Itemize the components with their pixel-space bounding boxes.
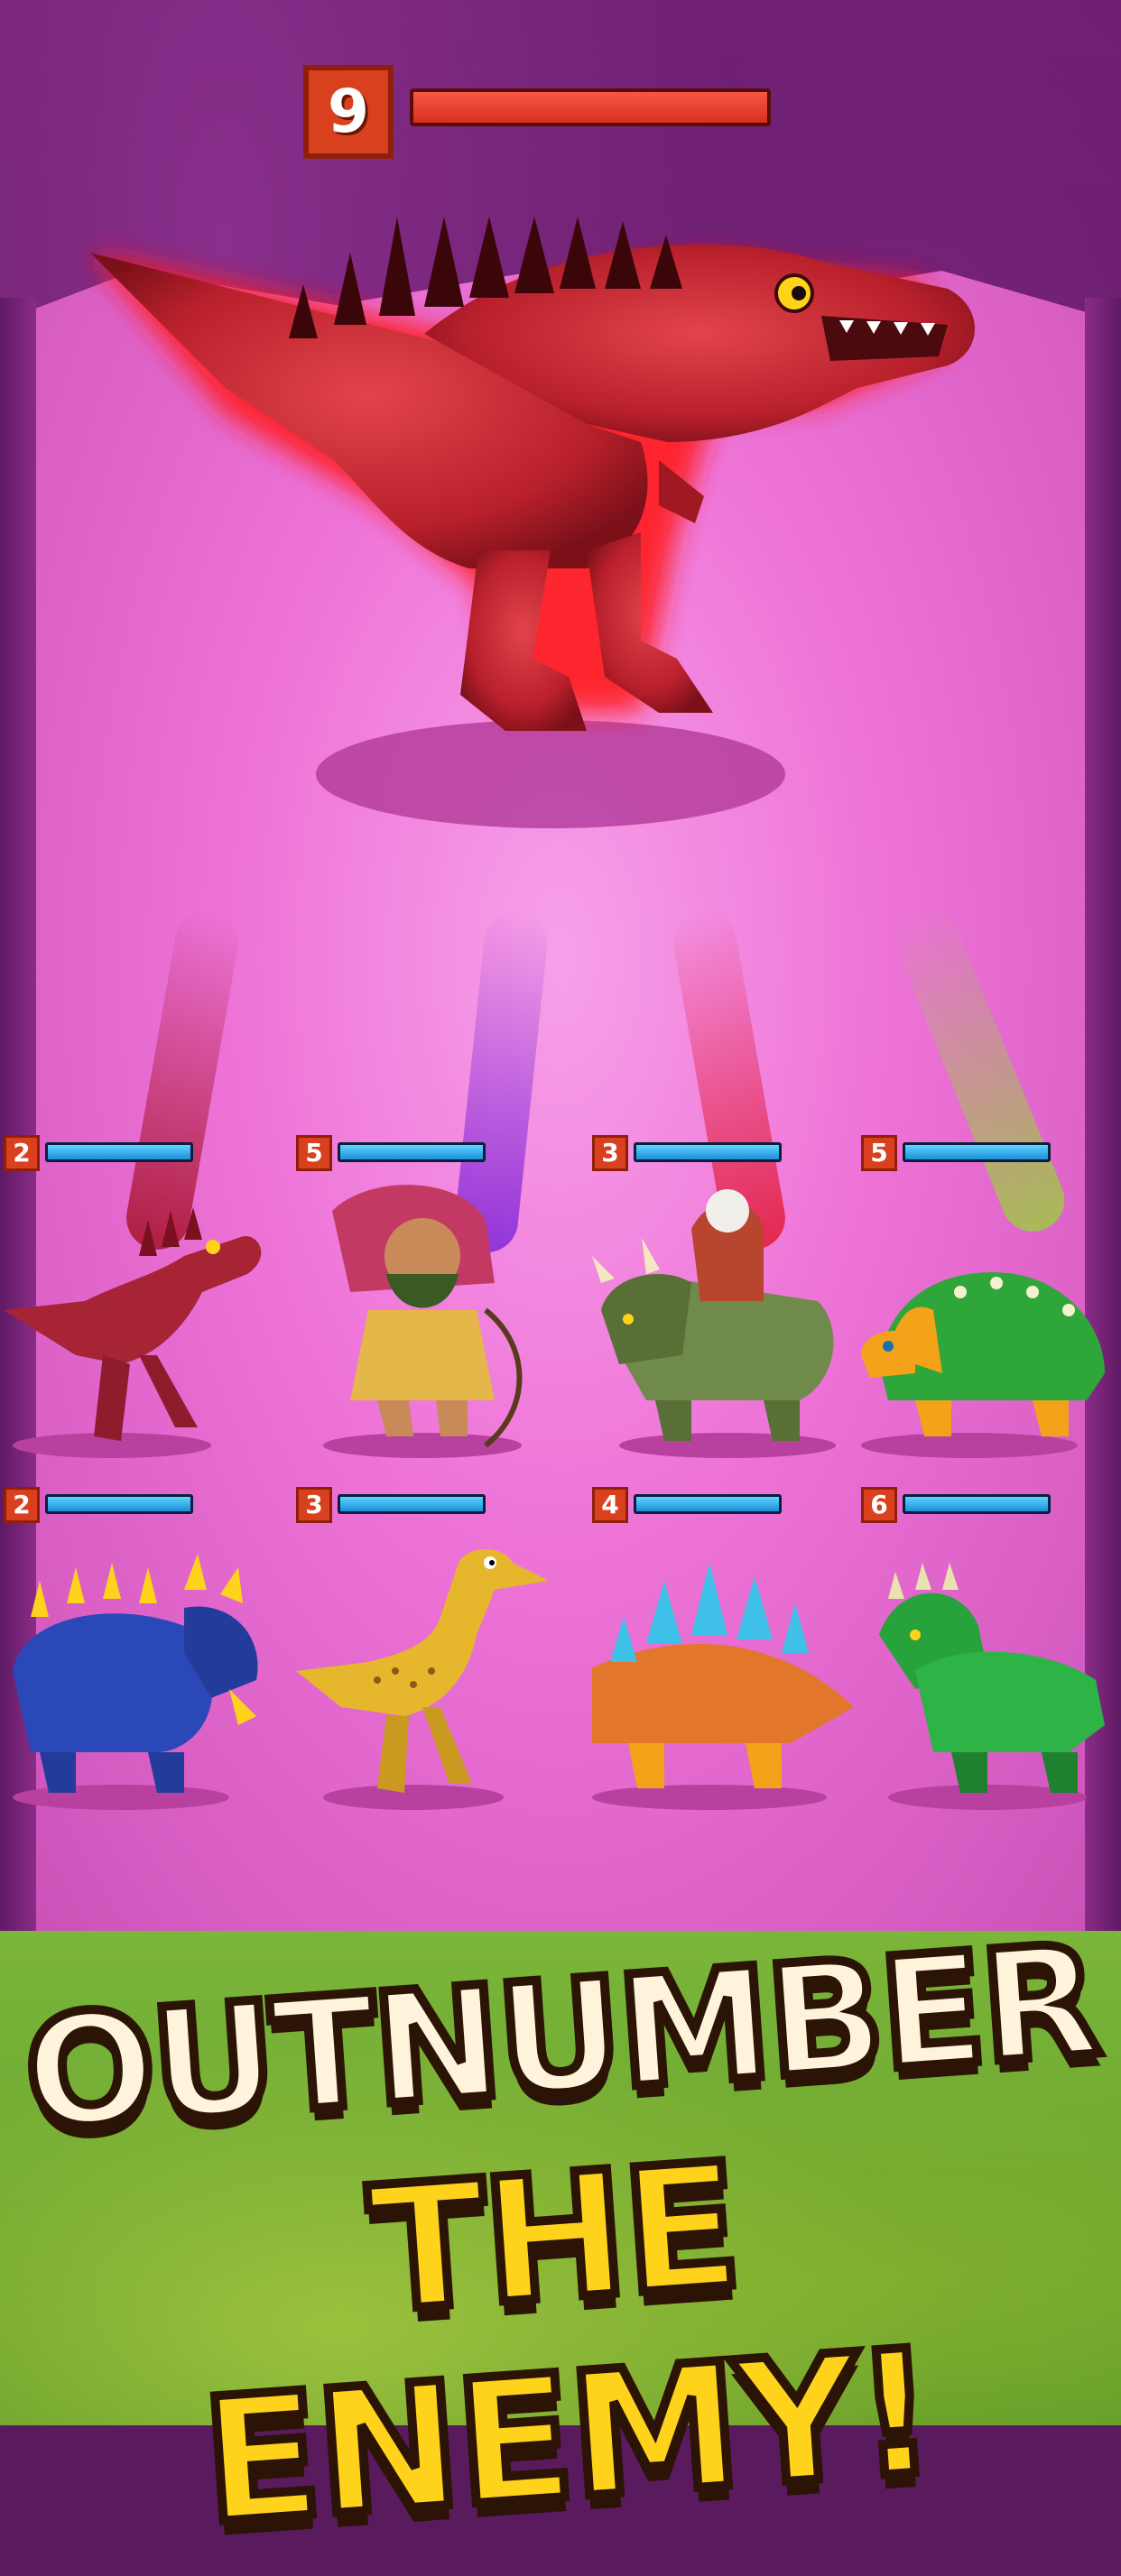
unit-hud: 3 (592, 1135, 827, 1171)
unit-health-fill (340, 1497, 483, 1511)
unit-level-badge: 3 (296, 1487, 332, 1523)
unit-health-bar (634, 1494, 782, 1514)
unit-health-bar (903, 1494, 1051, 1514)
green-styracosaurus-icon (879, 1563, 1105, 1810)
unit-health-bar (903, 1142, 1051, 1162)
blue-styracosaurus-icon (13, 1554, 258, 1810)
unit-health-bar (45, 1142, 193, 1162)
unit-hud: 2 (4, 1487, 238, 1523)
unit-level-badge: 2 (4, 1487, 40, 1523)
unit-slot[interactable]: 5 (861, 1135, 1121, 1478)
unit-slot[interactable]: 5 (296, 1135, 558, 1478)
boss-level-badge: 9 (303, 65, 394, 159)
yellow-gallimimus-icon (296, 1549, 549, 1810)
unit-hud: 5 (861, 1135, 1096, 1171)
unit-slot[interactable]: 6 (861, 1487, 1121, 1830)
unit-slot[interactable]: 3 (592, 1135, 854, 1478)
banner-headline-line2: THE ENEMY! (192, 2121, 942, 2566)
unit-health-fill (48, 1145, 190, 1159)
unit-level-badge: 5 (861, 1135, 897, 1171)
unit-hud: 6 (861, 1487, 1096, 1523)
unit-health-fill (48, 1497, 190, 1511)
boss-hud: 9 (303, 65, 773, 159)
caveman-archer-icon (323, 1185, 523, 1458)
unit-health-fill (636, 1497, 779, 1511)
unit-health-fill (905, 1145, 1048, 1159)
green-ankylosaurus-icon (861, 1272, 1105, 1458)
unit-health-fill (636, 1145, 779, 1159)
unit-slot[interactable]: 3 (296, 1487, 558, 1830)
unit-level-badge: 4 (592, 1487, 628, 1523)
unit-hud: 4 (592, 1487, 827, 1523)
unit-health-bar (338, 1142, 486, 1162)
unit-level-badge: 2 (4, 1135, 40, 1171)
unit-health-bar (634, 1142, 782, 1162)
unit-slot[interactable]: 2 (4, 1487, 265, 1830)
unit-level-badge: 5 (296, 1135, 332, 1171)
unit-slot[interactable]: 2 (4, 1135, 265, 1478)
boss-health-fill (413, 92, 767, 123)
unit-hud: 3 (296, 1487, 531, 1523)
boss-health-bar (410, 88, 771, 126)
unit-slot[interactable]: 4 (592, 1487, 854, 1830)
orange-stegosaurus-icon (592, 1563, 854, 1810)
boss-dinosaur-icon[interactable] (81, 208, 1002, 839)
unit-health-fill (905, 1497, 1048, 1511)
unit-level-badge: 6 (861, 1487, 897, 1523)
unit-hud: 5 (296, 1135, 531, 1171)
red-raptor-icon (4, 1207, 262, 1458)
unit-health-fill (340, 1145, 483, 1159)
unit-health-bar (338, 1494, 486, 1514)
unit-health-bar (45, 1494, 193, 1514)
triceratops-caveman-rider-icon (592, 1189, 836, 1458)
unit-level-badge: 3 (592, 1135, 628, 1171)
unit-hud: 2 (4, 1135, 238, 1171)
